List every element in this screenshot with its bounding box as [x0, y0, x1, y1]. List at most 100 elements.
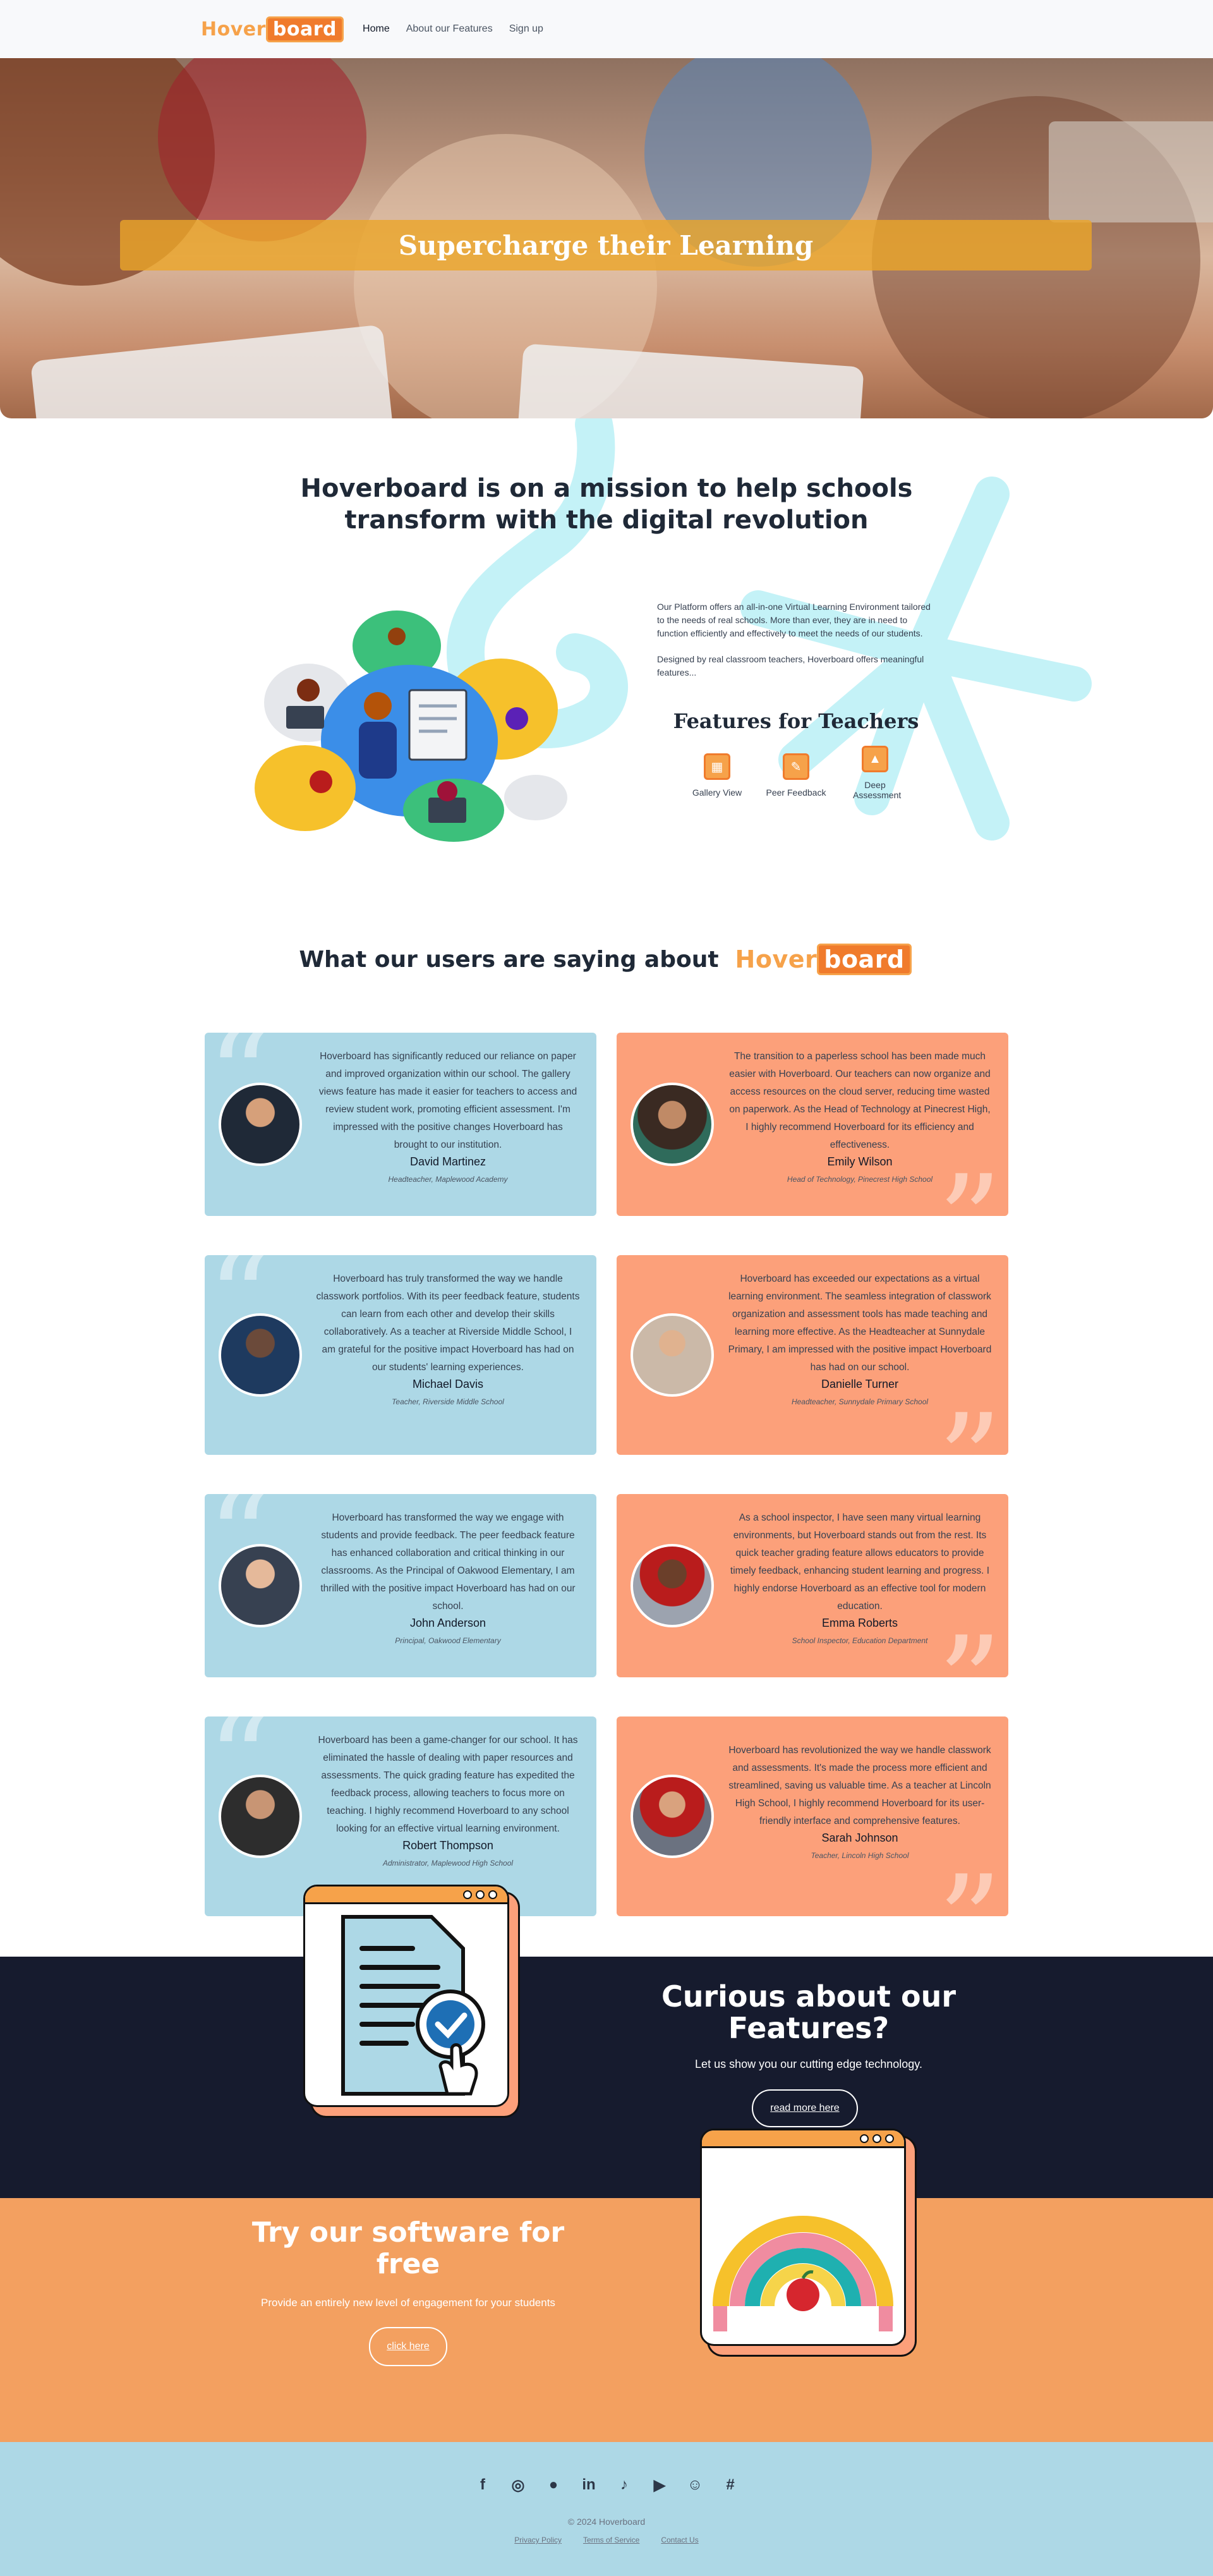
testimonial-quote: Hoverboard has significantly reduced our… — [318, 1051, 577, 1150]
hero-image: Supercharge their Learning — [0, 58, 1213, 418]
feedback-icon: ✎ — [783, 753, 809, 780]
features-title: Features for Teachers — [673, 709, 919, 733]
footer-links: Privacy Policy Terms of Service Contact … — [0, 2536, 1213, 2544]
testimonial-quote: As a school inspector, I have seen many … — [730, 1512, 990, 1612]
feature-peer-feedback[interactable]: ✎ Peer Feedback — [761, 753, 831, 798]
curious-features-section: Curious about our Features? Let us show y… — [0, 1957, 1213, 2198]
quote-mark-icon: ” — [938, 1398, 1002, 1455]
avatar — [631, 1775, 714, 1858]
feature-label: Gallery View — [692, 787, 742, 798]
testimonial-quote: Hoverboard has truly transformed the way… — [316, 1273, 580, 1373]
try-title: Try our software for free — [251, 2216, 565, 2280]
testimonial-quote: Hoverboard has transformed the way we en… — [320, 1512, 576, 1612]
instagram-icon[interactable]: ◎ — [507, 2474, 529, 2496]
facebook-icon[interactable]: f — [471, 2474, 494, 2496]
window-titlebar — [702, 2130, 904, 2148]
terms-of-service-link[interactable]: Terms of Service — [583, 2536, 639, 2544]
testimonial-quote: The transition to a paperless school has… — [729, 1051, 991, 1150]
testimonial-name: David Martinez — [409, 1155, 486, 1168]
copyright-text: © 2024 Hoverboard — [567, 2517, 646, 2527]
testimonial-card: “ Hoverboard has significantly reduced o… — [205, 1033, 596, 1216]
logo-part-hover: Hover — [201, 18, 266, 40]
testimonial-name: Sarah Johnson — [821, 1832, 898, 1844]
feature-label: Peer Feedback — [766, 787, 826, 798]
avatar — [219, 1083, 302, 1166]
testimonials-title: What our users are saying about — [299, 946, 719, 973]
read-more-button[interactable]: read more here — [752, 2089, 858, 2127]
testimonial-name: Danielle Turner — [821, 1378, 899, 1390]
testimonial-card: ” The transition to a paperless school h… — [617, 1033, 1008, 1216]
testimonial-role: Headteacher, Maplewood Academy — [388, 1175, 508, 1184]
testimonial-role: Principal, Oakwood Elementary — [395, 1636, 501, 1645]
hero-banner: Supercharge their Learning — [120, 220, 1092, 270]
window-close-icon — [860, 2134, 869, 2143]
nav-home-link[interactable]: Home — [363, 23, 390, 35]
avatar — [631, 1083, 714, 1166]
window-minimize-icon — [872, 2134, 881, 2143]
testimonial-name: Emily Wilson — [827, 1155, 893, 1168]
testimonial-quote: Hoverboard has been a game-changer for o… — [318, 1735, 578, 1834]
social-links: f ◎ ● in ♪ ▶ ☺ # — [0, 2474, 1213, 2496]
window-minimize-icon — [476, 1890, 485, 1899]
document-check-window — [303, 1885, 509, 2107]
rainbow-apple-illustration — [713, 2216, 893, 2331]
avatar — [219, 1775, 302, 1858]
slack-icon[interactable]: # — [719, 2474, 742, 2496]
nav-signup-link[interactable]: Sign up — [509, 23, 543, 35]
testimonial-card: ” As a school inspector, I have seen man… — [617, 1494, 1008, 1677]
avatar — [219, 1313, 302, 1397]
testimonial-role: Head of Technology, Pinecrest High Schoo… — [787, 1175, 933, 1184]
testimonial-name: Emma Roberts — [821, 1617, 898, 1629]
hero-title: Supercharge their Learning — [398, 229, 814, 261]
testimonial-name: Robert Thompson — [402, 1839, 493, 1852]
brand-logo[interactable]: Hover board — [201, 16, 344, 42]
avatar — [631, 1313, 714, 1397]
youtube-icon[interactable]: ▶ — [648, 2474, 671, 2496]
avatar — [631, 1544, 714, 1627]
testimonials-heading: What our users are saying about Hover boa… — [0, 886, 1213, 1033]
site-footer: f ◎ ● in ♪ ▶ ☺ # © 2024 Hoverboard Priva… — [0, 2442, 1213, 2576]
testimonial-name: Michael Davis — [412, 1378, 484, 1390]
privacy-policy-link[interactable]: Privacy Policy — [514, 2536, 562, 2544]
curious-subtitle: Let us show you our cutting edge technol… — [695, 2058, 922, 2070]
mission-title: Hoverboard is on a mission to help schoo… — [300, 474, 913, 535]
brand-logo-inline: Hover board — [735, 944, 912, 975]
curious-title: Curious about our Features? — [661, 1979, 957, 2045]
feature-gallery-view[interactable]: ▦ Gallery View — [682, 753, 752, 798]
linkedin-icon[interactable]: in — [577, 2474, 600, 2496]
window-close-icon — [463, 1890, 472, 1899]
testimonials-grid: “ Hoverboard has significantly reduced o… — [0, 1033, 1213, 2107]
chart-icon: ▲ — [862, 746, 888, 772]
try-free-section: Try our software for free Provide an enti… — [0, 2129, 1213, 2442]
testimonial-quote: Hoverboard has revolutionized the way we… — [728, 1745, 991, 1826]
testimonial-card: ” Hoverboard has revolutionized the way … — [617, 1716, 1008, 1916]
github-icon[interactable]: ● — [542, 2474, 565, 2496]
testimonial-role: Headteacher, Sunnydale Primary School — [791, 1397, 929, 1406]
tiktok-icon[interactable]: ♪ — [613, 2474, 636, 2496]
testimonial-name: John Anderson — [409, 1617, 486, 1629]
testimonial-role: Teacher, Riverside Middle School — [392, 1397, 504, 1406]
teacher-classroom-illustration — [255, 611, 567, 842]
rainbow-window — [700, 2129, 906, 2346]
contact-us-link[interactable]: Contact Us — [661, 2536, 698, 2544]
logo-part-board: board — [265, 16, 344, 42]
mission-paragraph-2: Designed by real classroom teachers, Hov… — [657, 654, 924, 677]
click-here-button[interactable]: click here — [369, 2327, 447, 2366]
testimonial-quote: Hoverboard has exceeded our expectations… — [728, 1273, 992, 1373]
avatar — [219, 1544, 302, 1627]
testimonial-role: Administrator, Maplewood High School — [382, 1859, 514, 1868]
quote-mark-icon: ” — [938, 1859, 1002, 1917]
feature-deep-assessment[interactable]: ▲ Deep Assessment — [840, 746, 910, 800]
top-nav: Hover board Home About our Features Sign … — [0, 0, 1213, 58]
testimonial-role: School Inspector, Education Department — [792, 1636, 928, 1645]
mission-paragraph-1: Our Platform offers an all-in-one Virtua… — [657, 602, 931, 638]
testimonial-role: Teacher, Lincoln High School — [811, 1851, 909, 1860]
discord-icon[interactable]: ☺ — [684, 2474, 706, 2496]
testimonial-card: “ Hoverboard has truly transformed the w… — [205, 1255, 596, 1455]
document-check-icon — [341, 1915, 485, 2096]
nav-features-link[interactable]: About our Features — [406, 23, 493, 35]
window-maximize-icon — [488, 1890, 497, 1899]
testimonial-card: ” Hoverboard has exceeded our expectatio… — [617, 1255, 1008, 1455]
window-maximize-icon — [885, 2134, 894, 2143]
testimonial-card: “ Hoverboard has transformed the way we … — [205, 1494, 596, 1677]
